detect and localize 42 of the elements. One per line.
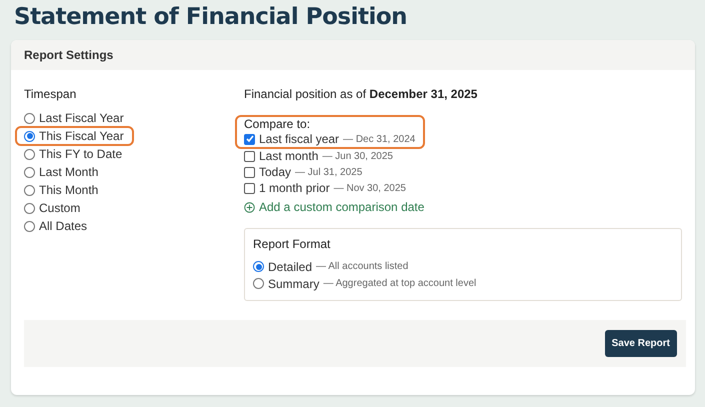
checkbox[interactable] <box>244 134 255 144</box>
checkbox[interactable] <box>244 182 255 194</box>
radio-button[interactable] <box>24 112 35 124</box>
option-label: Today <box>259 165 292 179</box>
page-title: Statement of Financial Position <box>14 4 408 30</box>
save-button[interactable]: Save Report <box>604 330 677 357</box>
option-date: — Dec 31, 2024 <box>343 134 416 144</box>
radio-button[interactable] <box>24 220 35 232</box>
format-description: — All accounts listed <box>316 261 408 272</box>
option-label: Last month <box>259 149 318 163</box>
radio-button[interactable] <box>24 148 35 160</box>
compare-label: Compare to: <box>244 117 312 131</box>
check-icon <box>246 135 254 143</box>
timespan-option: This Fiscal Year <box>39 129 124 143</box>
timespan-label: Timespan <box>24 87 78 101</box>
option-label: Last fiscal year <box>259 132 340 146</box>
timespan-option: This FY to Date <box>39 147 122 161</box>
option-label: 1 month prior <box>259 181 330 195</box>
option-date: — Jul 31, 2025 <box>295 166 362 178</box>
checkbox[interactable] <box>244 150 255 162</box>
radio-button[interactable] <box>24 184 35 196</box>
radio-button[interactable] <box>24 202 35 214</box>
panel-title: Report Settings <box>11 40 695 70</box>
radio-button[interactable] <box>24 130 35 142</box>
plus-circle-icon <box>244 202 255 212</box>
radio-button[interactable] <box>253 278 264 289</box>
option-date: — Jun 30, 2025 <box>322 150 393 162</box>
timespan-option: All Dates <box>39 219 88 233</box>
radio-button[interactable] <box>253 261 264 272</box>
checkbox[interactable] <box>244 166 255 178</box>
format-option: Detailed <box>268 260 312 274</box>
report-format-label: Report Format <box>253 237 332 251</box>
radio-button[interactable] <box>24 166 35 178</box>
format-description: — Aggregated at top account level <box>323 278 476 289</box>
option-date: — Nov 30, 2025 <box>334 182 406 194</box>
timespan-option: Custom <box>39 201 80 215</box>
timespan-option: Last Month <box>39 165 98 179</box>
format-option: Summary <box>268 276 320 290</box>
timespan-option: This Month <box>39 183 98 197</box>
timespan-option: Last Fiscal Year <box>39 111 124 125</box>
position-date-text: Financial position as of December 31, 2025 <box>244 87 478 101</box>
add-comparison-link[interactable]: Add a custom comparison date <box>244 200 682 214</box>
